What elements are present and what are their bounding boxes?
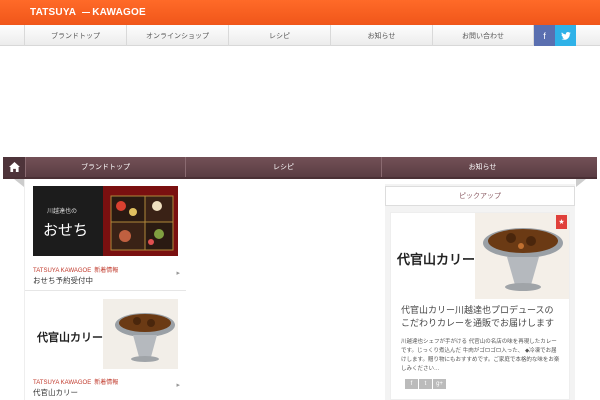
- chevron-right-icon: ▸: [176, 381, 180, 389]
- featured-post[interactable]: 代官山カリー ★ 代官山カリー川越達也プロデュースのこだわりカレーを通販でお届け…: [390, 212, 570, 400]
- twitter-icon: [560, 31, 571, 40]
- share-buttons: f t g+: [405, 379, 447, 389]
- post-thumbnail[interactable]: 代官山カリー: [33, 299, 178, 369]
- nav-item-contact[interactable]: お問い合わせ: [432, 25, 534, 46]
- nav-item-news[interactable]: お知らせ: [330, 25, 432, 46]
- nav-item-online-shop[interactable]: オンラインショップ: [126, 25, 228, 46]
- thumb-text: おせち: [43, 221, 89, 239]
- post-category[interactable]: 新着情報: [94, 380, 118, 386]
- post-meta: TATSUYA KAWAGOE 新着情報: [33, 377, 118, 386]
- star-icon: ★: [556, 215, 567, 229]
- post-title[interactable]: 代官山カリー: [33, 387, 78, 398]
- widget-heading: ピックアップ: [385, 186, 575, 206]
- brand-logo[interactable]: TATSUYA KAWAGOE: [30, 7, 146, 18]
- featured-image[interactable]: 代官山カリー ★: [391, 213, 569, 299]
- post-list: 川越達也の おせち TATSUYA KAWAGOE 新着情報 おせち予約受付中 ▸…: [24, 179, 186, 400]
- pickup-widget: ピックアップ 代官山カリー ★ 代官山カリー川越達也プロデュースのこだわりカレー…: [385, 184, 575, 400]
- post-brand: TATSUYA KAWAGOE: [33, 380, 92, 386]
- sub-nav: ブランドトップ レシピ お知らせ: [3, 157, 597, 179]
- brand-name-left: TATSUYA: [30, 7, 77, 18]
- main-nav: ブランドトップ オンラインショップ レシピ お知らせ お問い合わせ: [0, 25, 600, 46]
- thumb-text: 代官山カリー: [37, 331, 103, 344]
- twitter-button[interactable]: [555, 25, 576, 46]
- featured-image-text: 代官山カリー: [397, 253, 476, 268]
- subnav-item-news[interactable]: お知らせ: [381, 157, 583, 177]
- home-button[interactable]: [3, 157, 25, 177]
- post-brand: TATSUYA KAWAGOE: [33, 268, 92, 274]
- facebook-icon: f: [543, 30, 546, 41]
- list-item[interactable]: 川越達也の おせち TATSUYA KAWAGOE 新着情報 おせち予約受付中 ▸: [25, 179, 186, 291]
- list-item[interactable]: 代官山カリー TATSUYA KAWAGOE 新着情報 代官山カリー ▸: [25, 291, 186, 400]
- facebook-button[interactable]: f: [534, 25, 555, 46]
- home-icon: [8, 162, 20, 172]
- subnav-item-recipe[interactable]: レシピ: [185, 157, 381, 177]
- post-title[interactable]: おせち予約受付中: [33, 275, 93, 286]
- share-facebook-icon[interactable]: f: [405, 379, 418, 389]
- subnav-item-brand-top[interactable]: ブランドトップ: [25, 157, 185, 177]
- post-thumbnail[interactable]: 川越達也の おせち: [33, 186, 178, 256]
- featured-excerpt: 川越達也シェフが手がける 代官山の名店の味を再現したカレーです。じっくり煮込んだ…: [401, 339, 560, 372]
- nav-item-brand-top[interactable]: ブランドトップ: [24, 25, 126, 46]
- post-category[interactable]: 新着情報: [94, 268, 118, 274]
- header-bar: TATSUYA KAWAGOE: [0, 0, 600, 25]
- thumb-small-text: 川越達也の: [47, 208, 78, 215]
- brand-name-right: KAWAGOE: [92, 7, 146, 18]
- nav-item-recipe[interactable]: レシピ: [228, 25, 330, 46]
- share-twitter-icon[interactable]: t: [419, 379, 432, 389]
- post-meta: TATSUYA KAWAGOE 新着情報: [33, 265, 118, 274]
- share-google-icon[interactable]: g+: [433, 379, 446, 389]
- featured-title[interactable]: 代官山カリー川越達也プロデュースのこだわりカレーを通販でお届けします: [401, 305, 561, 331]
- chevron-right-icon: ▸: [176, 269, 180, 277]
